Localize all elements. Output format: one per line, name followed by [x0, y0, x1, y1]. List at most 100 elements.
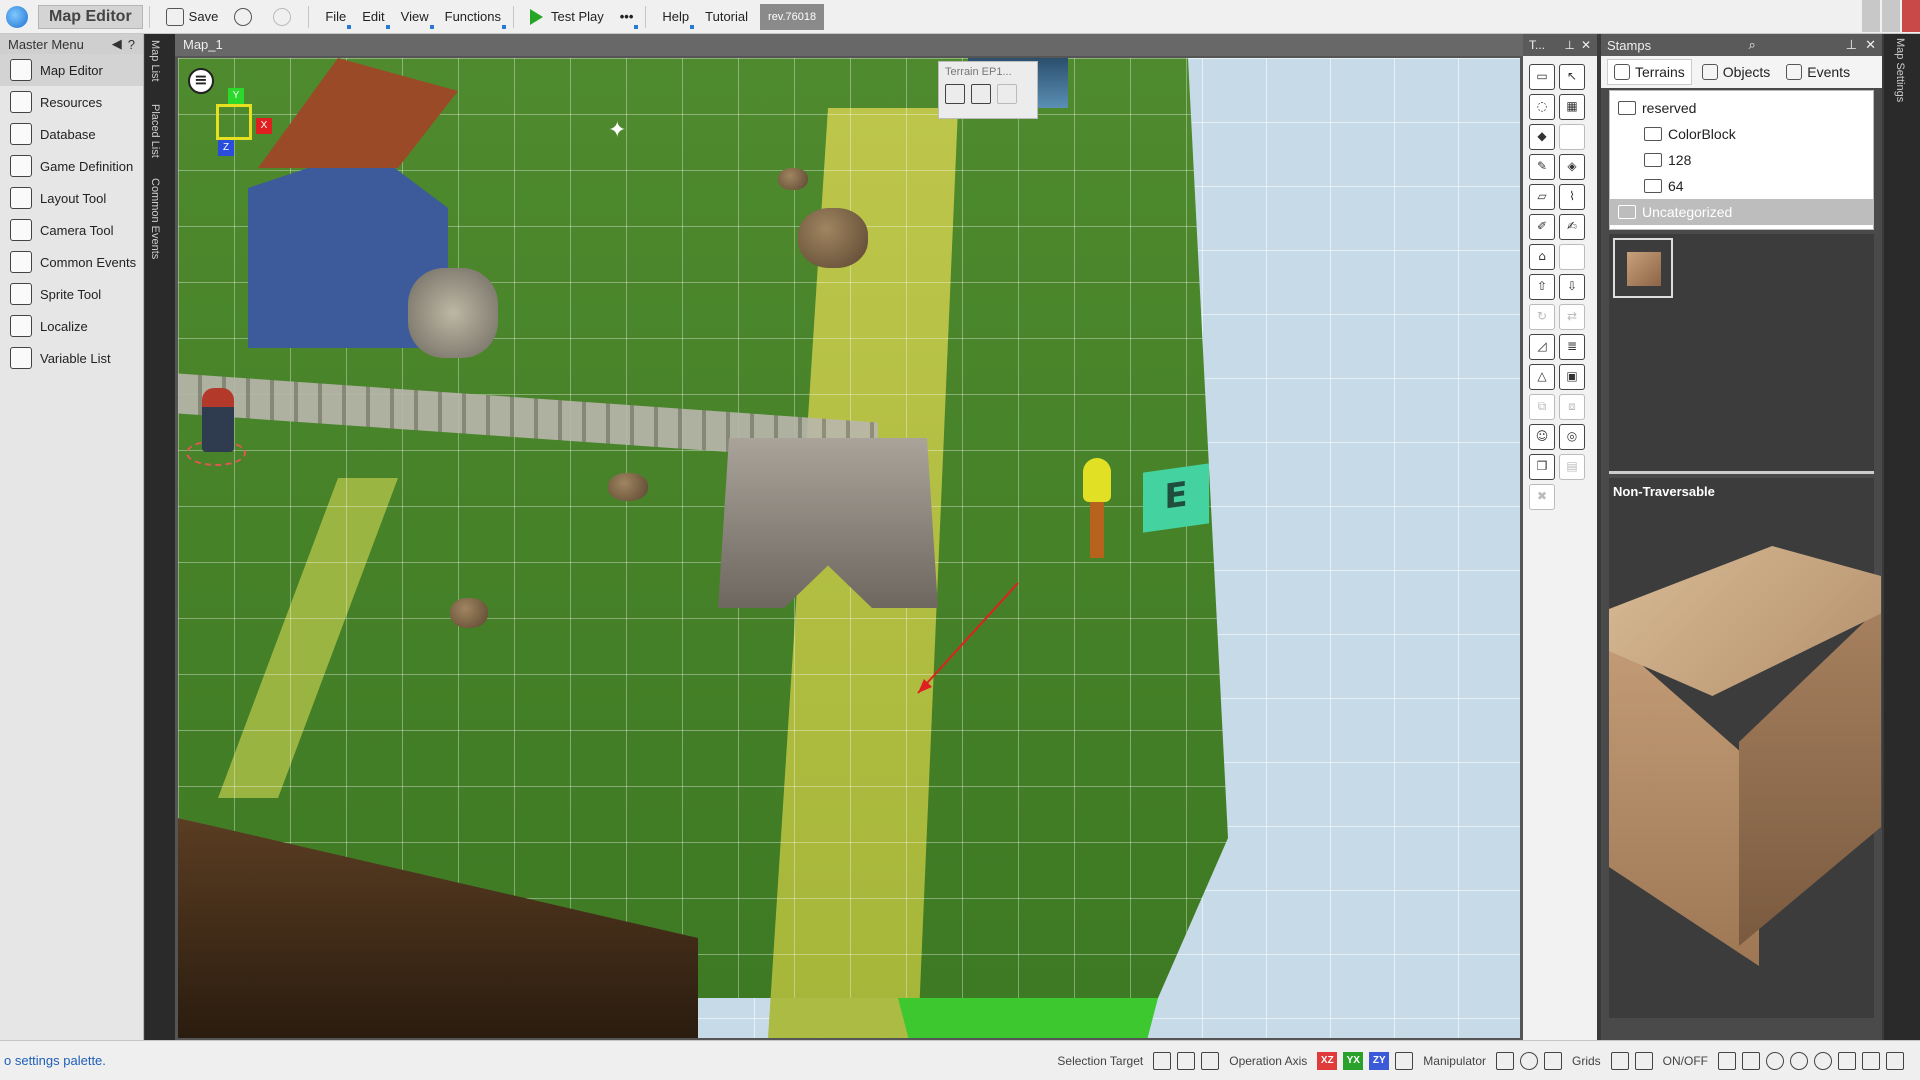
master-item-variable-list[interactable]: Variable List — [0, 342, 143, 374]
light-view-icon[interactable] — [1766, 1051, 1784, 1070]
delete-tool-icon[interactable]: ✖ — [1529, 484, 1555, 510]
eraser-tool-icon[interactable]: ▱ — [1529, 184, 1555, 210]
axis-zy-button[interactable]: ZY — [1369, 1051, 1390, 1070]
selection-object-icon[interactable] — [1177, 1051, 1196, 1070]
object-view-icon[interactable] — [1886, 1051, 1904, 1070]
terrain-add-icon[interactable] — [945, 84, 965, 104]
more-options-button[interactable]: ••• — [614, 4, 640, 30]
lower-tool-icon[interactable]: ⇩ — [1559, 274, 1585, 300]
close-window-button[interactable] — [1902, 0, 1920, 32]
raise-tool-icon[interactable]: ⇧ — [1529, 274, 1555, 300]
collision-view-icon[interactable] — [1838, 1051, 1856, 1070]
select-rect-tool-icon[interactable]: ▭ — [1529, 64, 1555, 90]
coin-tool-icon[interactable]: ◎ — [1559, 424, 1585, 450]
rock-object[interactable] — [608, 473, 648, 501]
grid-toggle-icon[interactable] — [1634, 1051, 1653, 1070]
lasso-tool-icon[interactable]: ◌ — [1529, 94, 1555, 120]
paste-tool-icon[interactable]: ⧈ — [1559, 394, 1585, 420]
master-item-common-events[interactable]: Common Events — [0, 246, 143, 278]
axis-xz-button[interactable]: XZ — [1317, 1051, 1338, 1070]
menu-file[interactable]: File — [319, 4, 352, 30]
layer-tool-icon[interactable]: ≣ — [1559, 334, 1585, 360]
help-icon[interactable]: ? — [128, 37, 135, 52]
brush-tool-icon[interactable]: ✐ — [1529, 214, 1555, 240]
copy-tool-icon[interactable]: ⧉ — [1529, 394, 1555, 420]
master-item-game-definition[interactable]: Game Definition — [0, 150, 143, 182]
pin-icon[interactable]: ⊥ — [1564, 38, 1574, 52]
pointer-tool-icon[interactable]: ↖ — [1559, 64, 1585, 90]
close-icon[interactable]: ✕ — [1865, 37, 1876, 53]
event-cube[interactable]: E — [1143, 463, 1209, 533]
master-item-layout-tool[interactable]: Layout Tool — [0, 182, 143, 214]
maximize-button[interactable] — [1882, 0, 1900, 32]
npc-placeholder[interactable] — [1083, 458, 1111, 568]
pencil-tool-icon[interactable]: ✎ — [1529, 154, 1555, 180]
master-item-map-editor[interactable]: Map Editor — [0, 54, 143, 86]
tab-map-list[interactable]: Map List — [149, 40, 161, 82]
camera-view-icon[interactable] — [1814, 1051, 1832, 1070]
smudge-tool-icon[interactable]: ✍ — [1559, 214, 1585, 240]
rotate-gizmo-icon[interactable] — [1520, 1051, 1538, 1070]
clipboard-tool-icon[interactable]: ▤ — [1559, 454, 1585, 480]
manipulator-icon[interactable] — [1395, 1051, 1414, 1070]
search-icon[interactable]: ⌕ — [1748, 37, 1755, 53]
tree-item-128[interactable]: 128 — [1610, 147, 1873, 173]
tree-item-reserved[interactable]: reserved — [1610, 95, 1873, 121]
test-play-button[interactable]: Test Play — [524, 4, 610, 30]
slope-tool-icon[interactable]: ◿ — [1529, 334, 1555, 360]
tutorial-button[interactable]: Tutorial — [699, 4, 754, 30]
flip-tool-icon[interactable]: ⇄ — [1559, 304, 1585, 330]
house-tool-icon[interactable]: ⌂ — [1529, 244, 1555, 270]
character-view-icon[interactable] — [1862, 1051, 1880, 1070]
grid-select-tool-icon[interactable]: ▦ — [1559, 94, 1585, 120]
master-item-database[interactable]: Database — [0, 118, 143, 150]
selection-target-icon[interactable] — [1153, 1051, 1172, 1070]
selection-building-icon[interactable] — [1201, 1051, 1220, 1070]
undo-button[interactable] — [228, 4, 263, 30]
close-icon[interactable]: ✕ — [1581, 38, 1591, 52]
scale-gizmo-icon[interactable] — [1544, 1051, 1562, 1070]
menu-edit[interactable]: Edit — [356, 4, 390, 30]
eyedropper-tool-icon[interactable]: ⌇ — [1559, 184, 1585, 210]
minimize-button[interactable] — [1862, 0, 1880, 32]
duplicate-tool-icon[interactable]: ❐ — [1529, 454, 1555, 480]
redo-button[interactable] — [267, 4, 302, 30]
effect-view-icon[interactable] — [1790, 1051, 1808, 1070]
master-item-resources[interactable]: Resources — [0, 86, 143, 118]
tree-item-64[interactable]: 64 — [1610, 173, 1873, 199]
tab-common-events[interactable]: Common Events — [149, 178, 161, 259]
rock-object[interactable] — [450, 598, 488, 628]
pin-icon[interactable]: ⊥ — [1846, 37, 1857, 53]
menu-functions[interactable]: Functions — [439, 4, 507, 30]
map-tab[interactable]: Map_1 — [175, 34, 1523, 56]
menu-help[interactable]: Help — [656, 4, 695, 30]
rock-object[interactable] — [798, 208, 868, 268]
collapse-icon[interactable]: ◀ — [112, 36, 122, 52]
tab-events[interactable]: Events — [1780, 59, 1856, 85]
sandbags-object[interactable] — [408, 268, 498, 358]
terrain-clipboard-icon[interactable] — [997, 84, 1017, 104]
axis-yx-button[interactable]: YX — [1343, 1051, 1364, 1070]
map-canvas[interactable]: E ✦ ✦ ✦ ≡ Y X Z Terrain EP1... — [178, 58, 1520, 1038]
master-item-camera-tool[interactable]: Camera Tool — [0, 214, 143, 246]
cube-tool-icon[interactable]: ◆ — [1529, 124, 1555, 150]
triangle-tool-icon[interactable]: △ — [1529, 364, 1555, 390]
player-character[interactable] — [202, 388, 234, 452]
stamp-thumbnail[interactable] — [1613, 238, 1673, 298]
axis-gizmo[interactable]: Y X Z — [198, 88, 272, 158]
bucket-tool-icon[interactable]: ◈ — [1559, 154, 1585, 180]
tab-map-settings[interactable]: Map Settings — [1894, 38, 1906, 102]
grid-home-icon[interactable] — [1610, 1051, 1629, 1070]
tab-terrains[interactable]: Terrains — [1607, 59, 1692, 85]
rock-object[interactable] — [778, 168, 808, 190]
terrain-view-icon[interactable] — [1742, 1051, 1760, 1070]
tab-objects[interactable]: Objects — [1696, 59, 1776, 85]
master-item-localize[interactable]: Localize — [0, 310, 143, 342]
move-gizmo-icon[interactable] — [1496, 1051, 1514, 1070]
character-tool-icon[interactable]: ☺ — [1529, 424, 1555, 450]
terrain-remove-icon[interactable] — [971, 84, 991, 104]
grid-view-icon[interactable] — [1718, 1051, 1736, 1070]
tab-placed-list[interactable]: Placed List — [149, 104, 161, 158]
save-button[interactable]: Save — [160, 4, 225, 30]
box-tool-icon[interactable]: ▣ — [1559, 364, 1585, 390]
